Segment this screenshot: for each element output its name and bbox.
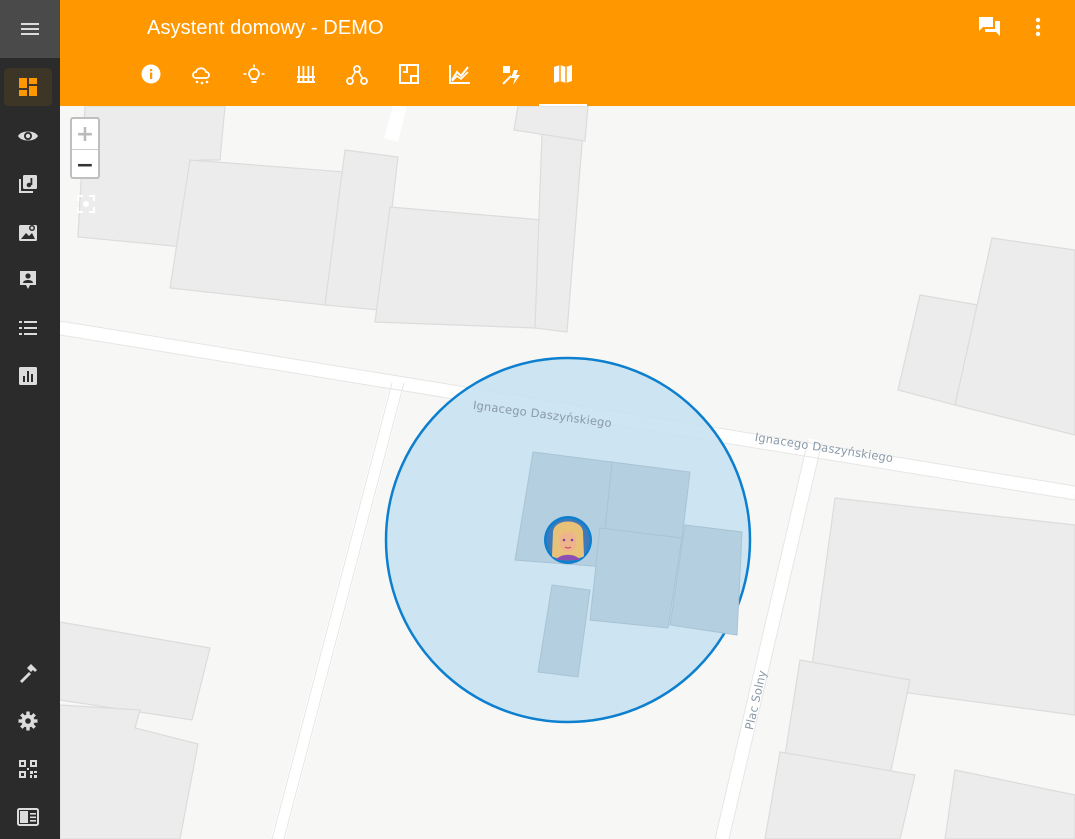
image-search-icon [19,225,37,241]
music-library-icon [19,175,37,193]
tab-floorplan[interactable] [385,64,433,102]
energy-icon [502,66,520,85]
chart-box-icon [19,367,37,385]
zoom-controls: + − [70,117,100,179]
hamburger-icon [21,23,39,35]
app-header: Asystent domowy - DEMO [60,0,1075,106]
tab-energy[interactable] [488,64,536,102]
tab-map[interactable] [539,64,587,106]
tab-network[interactable] [333,64,381,102]
floor-plan-icon [399,64,419,84]
lightbulb-icon [243,64,265,83]
sidebar-item-people[interactable] [4,261,52,299]
more-vert-icon [1035,17,1041,37]
sidebar-item-settings[interactable] [4,702,52,740]
menu-button[interactable] [0,0,60,58]
tab-weather[interactable] [178,64,226,102]
conversation-button[interactable] [972,12,1008,42]
sidebar-item-media[interactable] [4,165,52,203]
format-list-bulleted-icon [19,321,37,335]
info-icon [141,64,161,84]
map-icon [554,65,572,83]
tab-info[interactable] [127,64,175,102]
sidebar-item-images[interactable] [4,213,52,251]
tab-lights[interactable] [230,64,278,102]
sidebar-item-history[interactable] [4,357,52,395]
fit-map-button[interactable] [77,195,95,213]
heater-icon [297,66,315,83]
map-tiles [60,106,1075,839]
account-box-icon [20,271,36,289]
tab-statistics[interactable] [436,64,484,102]
qrcode-icon [19,760,37,778]
focus-icon [77,195,95,213]
zoom-in-button[interactable]: + [72,119,98,149]
zoom-out-button[interactable]: − [72,150,98,180]
more-options-button[interactable] [1020,12,1056,42]
page-title: Asystent domowy - DEMO [147,17,384,39]
sidebar-item-developer-tools[interactable] [4,655,52,693]
sidebar-item-logbook[interactable] [4,309,52,347]
gear-icon [18,711,38,731]
sidebar-item-map[interactable] [4,117,52,155]
sidebar-item-overview[interactable] [4,68,52,106]
hammer-icon [20,664,37,683]
graph-nodes-icon [346,65,368,85]
weather-icon [192,67,210,85]
book-open-icon [17,808,39,826]
map-view[interactable]: Ignacego Daszyńskiego Ignacego Daszyński… [60,106,1075,839]
eye-icon [18,131,38,141]
sidebar [0,0,60,839]
sidebar-item-panel[interactable] [4,798,52,836]
chat-icon [979,17,1000,36]
area-chart-icon [449,65,470,84]
view-dashboard-icon [19,78,37,96]
tab-heating[interactable] [282,64,330,102]
sidebar-item-qr[interactable] [4,750,52,788]
